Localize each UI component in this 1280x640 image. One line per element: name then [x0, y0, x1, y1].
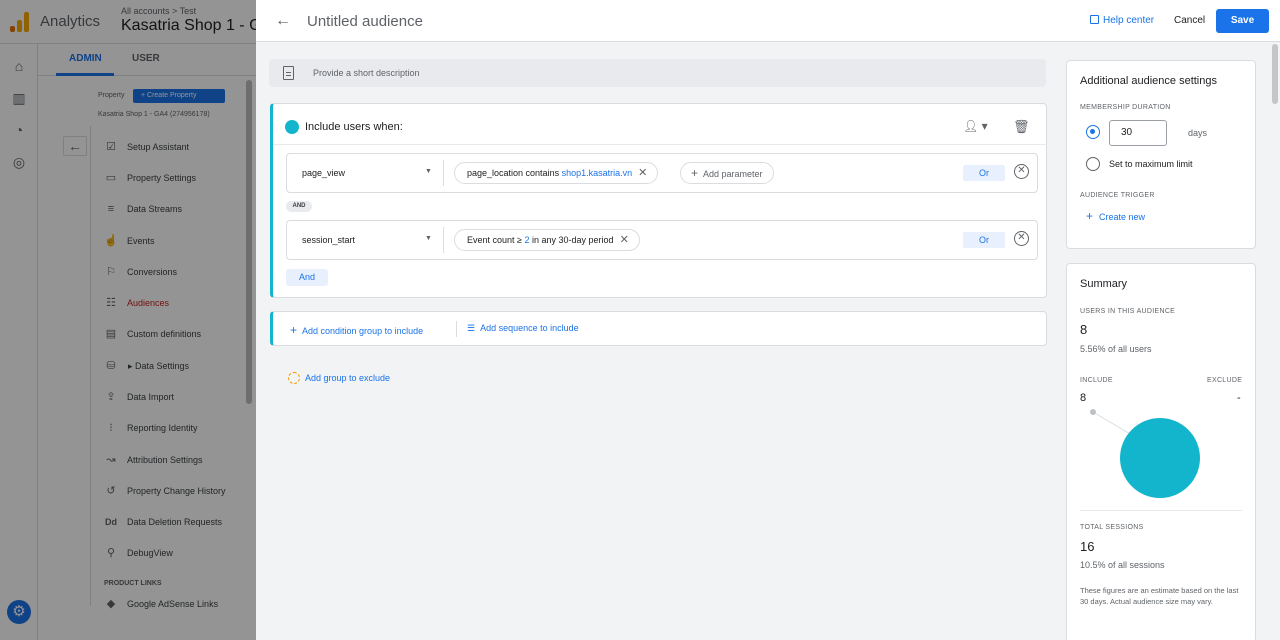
create-new-label: Create new	[1099, 212, 1146, 222]
remove-condition-icon[interactable]: ✕	[1014, 164, 1029, 179]
description-placeholder: Provide a short description	[313, 68, 420, 78]
or-button[interactable]: Or	[963, 232, 1005, 248]
description-field[interactable]: Provide a short description	[269, 59, 1046, 87]
condition-divider	[443, 160, 444, 186]
duration-days-radio[interactable]	[1086, 125, 1100, 139]
event-count-chip[interactable]: Event count ≥ 2 in any 30-day period ✕	[454, 229, 640, 251]
close-icon[interactable]: ✕	[638, 167, 647, 179]
plus-icon: +	[290, 323, 298, 337]
estimate-note: These figures are an estimate based on t…	[1080, 586, 1239, 606]
include-condition-group: Include users when: 👤︎ ▾ 🗑︎ page_view ▼ …	[270, 103, 1047, 298]
cancel-button[interactable]: Cancel	[1174, 15, 1205, 26]
include-indicator-icon	[285, 120, 299, 134]
document-icon	[283, 66, 294, 80]
delete-group-icon[interactable]: 🗑︎	[1013, 119, 1030, 135]
add-sequence-button[interactable]: ☰ Add sequence to include	[467, 323, 579, 334]
panel-scrollbar[interactable]	[1272, 44, 1278, 104]
and-connector-badge: AND	[286, 201, 312, 212]
sessions-value: 16	[1080, 539, 1095, 554]
dropdown-caret-icon[interactable]: ▼	[425, 235, 432, 242]
max-limit-label[interactable]: Set to maximum limit	[1109, 159, 1193, 169]
remove-condition-icon[interactable]: ✕	[1014, 231, 1029, 246]
include-label: INCLUDE	[1080, 377, 1113, 384]
leader-line	[1092, 411, 1133, 436]
users-percentage: 5.56% of all users	[1080, 344, 1152, 354]
add-parameter-label: Add parameter	[703, 169, 763, 179]
add-sequence-label: Add sequence to include	[480, 323, 579, 333]
max-limit-radio[interactable]	[1086, 157, 1100, 171]
help-center-label: Help center	[1103, 15, 1155, 26]
scope-user-icon[interactable]: 👤︎ ▾	[963, 119, 988, 133]
duration-days-input[interactable]: 30	[1109, 120, 1167, 146]
summary-title: Summary	[1080, 278, 1128, 290]
sequence-icon: ☰	[467, 323, 476, 333]
include-circle	[1120, 418, 1200, 498]
users-value: 8	[1080, 322, 1088, 337]
sessions-percentage: 10.5% of all sessions	[1080, 560, 1165, 570]
close-icon[interactable]: ✕	[620, 234, 629, 246]
exclude-indicator-icon	[288, 372, 300, 384]
parameter-chip[interactable]: page_location contains shop1.kasatria.vn…	[454, 162, 659, 184]
leader-dot	[1090, 409, 1096, 415]
audience-builder-panel: ← Untitled audience Help center Cancel S…	[256, 0, 1280, 640]
membership-duration-label: MEMBERSHIP DURATION	[1080, 104, 1171, 111]
include-value: 8	[1080, 392, 1087, 404]
audience-trigger-label: AUDIENCE TRIGGER	[1080, 192, 1155, 199]
add-exclude-label: Add group to exclude	[305, 373, 391, 383]
plus-icon: +	[691, 166, 699, 180]
days-suffix: days	[1188, 128, 1208, 138]
add-parameter-button[interactable]: + Add parameter	[680, 162, 774, 184]
chip-text-suffix: in any 30-day period	[529, 235, 614, 245]
chip-text: Event count ≥	[467, 235, 525, 245]
create-trigger-button[interactable]: + Create new	[1086, 209, 1145, 223]
back-arrow-icon[interactable]: ←	[275, 12, 291, 30]
exclude-label: EXCLUDE	[1207, 377, 1243, 384]
plus-icon: +	[1086, 209, 1094, 223]
settings-title: Additional audience settings	[1080, 75, 1217, 87]
event-selector[interactable]: session_start	[302, 235, 355, 245]
add-condition-group-label: Add condition group to include	[302, 326, 424, 336]
event-selector[interactable]: page_view	[302, 168, 345, 178]
summary-divider	[1080, 510, 1242, 511]
dropdown-caret-icon[interactable]: ▼	[425, 168, 432, 175]
external-link-icon	[1090, 15, 1099, 24]
condition-row: page_view ▼ page_location contains shop1…	[286, 153, 1038, 193]
audience-venn-chart	[1090, 409, 1200, 498]
summary-card: Summary USERS IN THIS AUDIENCE 8 5.56% o…	[1066, 263, 1256, 640]
exclude-value: -	[1237, 392, 1241, 404]
bar-divider	[456, 321, 457, 337]
save-button[interactable]: Save	[1216, 9, 1269, 33]
sessions-label: TOTAL SESSIONS	[1080, 524, 1144, 531]
or-button[interactable]: Or	[963, 165, 1005, 181]
chip-value: shop1.kasatria.vn	[561, 168, 633, 178]
add-condition-group-button[interactable]: + Add condition group to include	[290, 323, 423, 337]
condition-divider	[443, 227, 444, 253]
add-include-bar: + Add condition group to include ☰ Add seq…	[270, 311, 1047, 346]
audience-title[interactable]: Untitled audience	[307, 13, 423, 30]
users-label: USERS IN THIS AUDIENCE	[1080, 308, 1176, 315]
group-divider	[273, 144, 1047, 145]
include-group-title: Include users when:	[305, 121, 403, 133]
help-center-link[interactable]: Help center	[1090, 15, 1154, 26]
panel-header: ← Untitled audience Help center Cancel S…	[256, 0, 1280, 42]
condition-row: session_start ▼ Event count ≥ 2 in any 3…	[286, 220, 1038, 260]
chip-text: page_location contains	[467, 168, 562, 178]
and-button[interactable]: And	[286, 269, 328, 286]
add-exclude-group-button[interactable]: Add group to exclude	[288, 372, 390, 384]
audience-settings-card: Additional audience settings MEMBERSHIP …	[1066, 60, 1256, 249]
